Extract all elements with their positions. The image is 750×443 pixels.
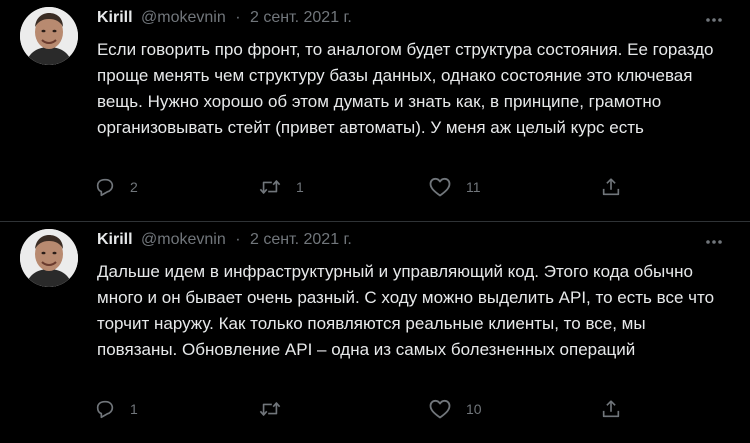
author-handle[interactable]: @mokevnin <box>141 231 226 248</box>
separator: · <box>235 231 241 248</box>
reply-button[interactable]: 1 <box>94 397 138 421</box>
tweet-header: Kirill @mokevnin · 2 сент. 2021 г. <box>97 8 352 28</box>
retweet-button[interactable]: 1 <box>258 175 304 199</box>
like-button[interactable]: 10 <box>428 397 482 421</box>
tweet-actions: 1 10 <box>94 397 634 421</box>
author-name[interactable]: Kirill <box>97 231 133 248</box>
avatar[interactable] <box>20 229 78 287</box>
like-button[interactable]: 11 <box>428 175 481 199</box>
tweet-date[interactable]: 2 сент. 2021 г. <box>250 9 352 26</box>
tweet[interactable]: Kirill @mokevnin · 2 сент. 2021 г. Если … <box>0 0 750 222</box>
reply-count: 2 <box>130 179 138 195</box>
reply-icon <box>96 178 114 197</box>
tweet-actions: 2 1 11 <box>94 175 634 199</box>
reply-count: 1 <box>130 401 138 417</box>
tweet-header: Kirill @mokevnin · 2 сент. 2021 г. <box>97 230 352 250</box>
retweet-button[interactable] <box>258 397 296 421</box>
reply-icon <box>96 400 114 419</box>
reply-button[interactable]: 2 <box>94 175 138 199</box>
avatar-photo-icon <box>20 7 78 65</box>
like-count: 10 <box>466 401 482 417</box>
tweet-date[interactable]: 2 сент. 2021 г. <box>250 231 352 248</box>
tweet-text: Дальше идем в инфраструктурный и управля… <box>97 262 715 359</box>
author-name[interactable]: Kirill <box>97 9 133 26</box>
tweet[interactable]: Kirill @mokevnin · 2 сент. 2021 г. Дальш… <box>0 222 750 443</box>
like-count: 11 <box>466 179 481 195</box>
retweet-icon <box>259 180 281 194</box>
retweet-icon <box>259 402 281 416</box>
separator: · <box>235 9 241 26</box>
share-button[interactable] <box>600 397 622 421</box>
share-icon <box>602 178 620 196</box>
avatar-photo-icon <box>20 229 78 287</box>
heart-icon <box>429 399 451 419</box>
avatar[interactable] <box>20 7 78 65</box>
more-icon[interactable] <box>704 232 724 252</box>
author-handle[interactable]: @mokevnin <box>141 9 226 26</box>
heart-icon <box>429 177 451 197</box>
share-button[interactable] <box>600 175 622 199</box>
retweet-count: 1 <box>296 179 304 195</box>
more-icon[interactable] <box>704 10 724 30</box>
tweet-text: Если говорить про фронт, то аналогом буд… <box>97 40 714 137</box>
share-icon <box>602 400 620 418</box>
